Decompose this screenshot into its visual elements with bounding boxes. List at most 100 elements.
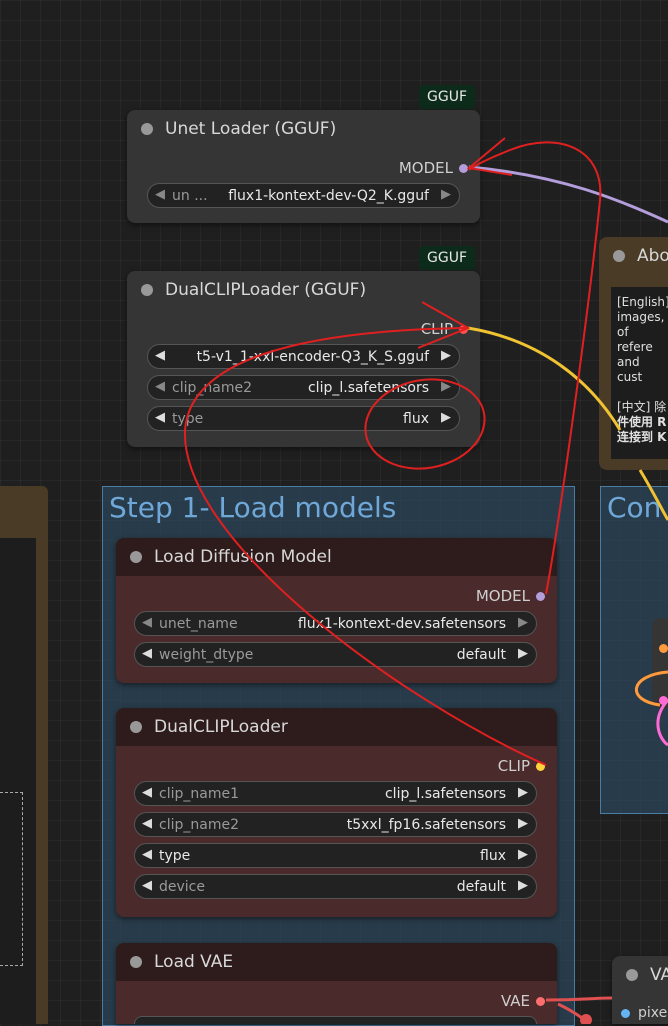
- clip-output[interactable]: CLIP: [498, 757, 545, 775]
- pixels-input-label: pixe: [638, 1005, 668, 1021]
- load-diffusion-model-node[interactable]: Load Diffusion Model MODEL ◀ unet_name f…: [116, 538, 557, 683]
- clip-name2-widget[interactable]: ◀ clip_name2 t5xxl_fp16.safetensors ▶: [134, 812, 537, 837]
- clip-name1-widget[interactable]: ◀ clip_name1 clip_l.safetensors ▶: [134, 781, 537, 806]
- unet-loader-gguf-title: Unet Loader (GGUF): [165, 119, 337, 139]
- increment-arrow-icon[interactable]: ▶: [441, 410, 451, 425]
- dualclip-title: DualCLIPLoader: [154, 717, 288, 737]
- widget-label: clip_name2: [159, 817, 239, 833]
- node-title[interactable]: Load Diffusion Model: [116, 538, 557, 576]
- widget-value: t5xxl_fp16.safetensors: [346, 817, 506, 833]
- about-body: [English] images, of refere and cust [中文…: [611, 287, 668, 459]
- unet-name-widget[interactable]: ◀ un ... flux1-kontext-dev-Q2_K.gguf ▶: [147, 183, 460, 208]
- increment-arrow-icon[interactable]: ▶: [518, 646, 528, 661]
- decrement-arrow-icon[interactable]: ◀: [155, 348, 165, 363]
- node-collapse-dot[interactable]: [141, 284, 153, 296]
- group-title[interactable]: Step 1- Load models: [109, 491, 396, 524]
- clip-name1-widget[interactable]: ◀ t5-v1_1-xxl-encoder-Q3_K_S.gguf ▶: [147, 344, 460, 369]
- vae-name-widget[interactable]: [134, 1016, 537, 1024]
- about-line: 件使用 R: [617, 415, 667, 429]
- vae-output[interactable]: VAE: [501, 992, 545, 1010]
- unet-loader-gguf-node[interactable]: Unet Loader (GGUF) MODEL ◀ un ... flux1-…: [127, 110, 480, 223]
- widget-value: flux1-kontext-dev.safetensors: [297, 616, 506, 632]
- model-output[interactable]: MODEL: [399, 159, 468, 177]
- decrement-arrow-icon[interactable]: ◀: [142, 785, 152, 800]
- dualclip-loader-node[interactable]: DualCLIPLoader CLIP ◀ clip_name1 clip_l.…: [116, 708, 557, 917]
- left-partial-node-selection: [0, 792, 23, 966]
- widget-value: default: [456, 879, 506, 895]
- increment-arrow-icon[interactable]: ▶: [441, 379, 451, 394]
- dualclip-loader-gguf-node[interactable]: DualCLIPLoader (GGUF) CLIP ◀ t5-v1_1-xxl…: [127, 271, 480, 447]
- decrement-arrow-icon[interactable]: ◀: [155, 410, 165, 425]
- right-group-node-fragment: [652, 618, 668, 708]
- about-line: [English]: [617, 295, 668, 309]
- increment-arrow-icon[interactable]: ▶: [441, 187, 451, 202]
- clip-output-label: CLIP: [497, 757, 530, 775]
- node-title[interactable]: Unet Loader (GGUF): [127, 110, 480, 148]
- increment-arrow-icon[interactable]: ▶: [441, 348, 451, 363]
- decrement-arrow-icon[interactable]: ◀: [142, 847, 152, 862]
- decrement-arrow-icon[interactable]: ◀: [142, 878, 152, 893]
- node-title[interactable]: VA: [612, 956, 668, 994]
- clip-output-socket[interactable]: [536, 762, 545, 771]
- clip-output[interactable]: CLIP: [421, 320, 468, 338]
- gguf-badge-1: GGUF: [419, 85, 475, 109]
- widget-label: type: [172, 411, 204, 427]
- type-widget[interactable]: ◀ type flux ▶: [134, 843, 537, 868]
- about-line: [617, 385, 668, 400]
- increment-arrow-icon[interactable]: ▶: [518, 615, 528, 630]
- increment-arrow-icon[interactable]: ▶: [518, 847, 528, 862]
- node-collapse-dot[interactable]: [130, 956, 142, 968]
- node-collapse-dot[interactable]: [613, 250, 625, 262]
- about-title: Abo: [637, 246, 668, 266]
- pink-socket: [659, 696, 668, 705]
- group-title[interactable]: Con: [607, 491, 661, 524]
- model-output-socket[interactable]: [459, 164, 468, 173]
- decrement-arrow-icon[interactable]: ◀: [142, 646, 152, 661]
- decrement-arrow-icon[interactable]: ◀: [155, 187, 165, 202]
- vae-decode-node-partial[interactable]: VA pixe: [612, 956, 668, 1024]
- node-title[interactable]: Load VAE: [116, 943, 557, 981]
- decrement-arrow-icon[interactable]: ◀: [142, 816, 152, 831]
- about-line: [中文] 除: [617, 400, 667, 414]
- node-title[interactable]: DualCLIPLoader: [116, 708, 557, 746]
- increment-arrow-icon[interactable]: ▶: [518, 878, 528, 893]
- widget-label: device: [159, 879, 205, 895]
- unet-name-widget[interactable]: ◀ unet_name flux1-kontext-dev.safetensor…: [134, 611, 537, 636]
- widget-label: unet_name: [159, 616, 238, 632]
- node-collapse-dot[interactable]: [141, 123, 153, 135]
- clip-output-socket[interactable]: [459, 325, 468, 334]
- type-widget[interactable]: ◀ type flux ▶: [147, 406, 460, 431]
- clip-name2-widget[interactable]: ◀ clip_name2 clip_l.safetensors ▶: [147, 375, 460, 400]
- clip-wire: [467, 326, 622, 431]
- increment-arrow-icon[interactable]: ▶: [518, 785, 528, 800]
- vae-decode-title: VA: [650, 965, 668, 985]
- load-vae-title: Load VAE: [154, 952, 234, 972]
- model-output-label: MODEL: [475, 587, 530, 605]
- widget-value: flux: [480, 848, 506, 864]
- widget-value: flux1-kontext-dev-Q2_K.gguf: [228, 188, 429, 204]
- model-output-socket[interactable]: [536, 592, 545, 601]
- widget-value: clip_l.safetensors: [384, 786, 506, 802]
- model-wire: [468, 165, 668, 224]
- about-note-node[interactable]: Abo [English] images, of refere and cust…: [599, 237, 668, 470]
- widget-label: clip_name1: [159, 786, 239, 802]
- decrement-arrow-icon[interactable]: ◀: [155, 379, 165, 394]
- orange-socket: [659, 644, 668, 653]
- device-widget[interactable]: ◀ device default ▶: [134, 874, 537, 899]
- decrement-arrow-icon[interactable]: ◀: [142, 615, 152, 630]
- node-title[interactable]: DualCLIPLoader (GGUF): [127, 271, 480, 309]
- widget-value: t5-v1_1-xxl-encoder-Q3_K_S.gguf: [196, 349, 429, 365]
- gguf-badge-2: GGUF: [419, 246, 475, 270]
- model-output[interactable]: MODEL: [476, 587, 545, 605]
- load-vae-node[interactable]: Load VAE VAE: [116, 943, 557, 1024]
- node-collapse-dot[interactable]: [130, 721, 142, 733]
- node-title[interactable]: Abo: [599, 237, 668, 275]
- pixels-input-socket[interactable]: [621, 1009, 630, 1018]
- node-collapse-dot[interactable]: [626, 969, 638, 981]
- increment-arrow-icon[interactable]: ▶: [518, 816, 528, 831]
- vae-output-socket[interactable]: [536, 997, 545, 1006]
- widget-label: un ...: [172, 188, 208, 204]
- widget-value: default: [456, 647, 506, 663]
- weight-dtype-widget[interactable]: ◀ weight_dtype default ▶: [134, 642, 537, 667]
- node-collapse-dot[interactable]: [130, 551, 142, 563]
